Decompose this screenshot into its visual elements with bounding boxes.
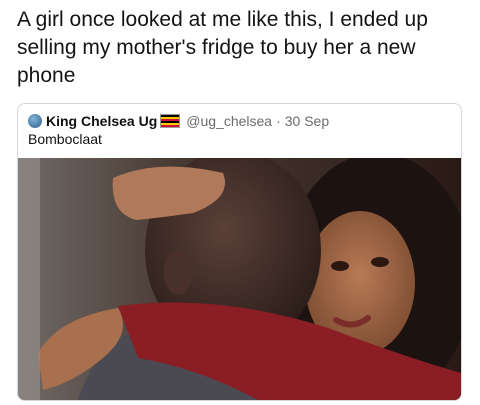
tweet-handle[interactable]: @ug_chelsea <box>186 113 272 129</box>
couple-embrace-photo[interactable] <box>18 158 461 400</box>
meme-caption: A girl once looked at me like this, I en… <box>17 8 428 87</box>
avatar[interactable] <box>28 114 42 128</box>
tweet-date[interactable]: 30 Sep <box>285 113 329 129</box>
tweet-text: Bomboclaat <box>28 131 102 147</box>
quoted-tweet-card[interactable]: King Chelsea Ug @ug_chelsea · 30 Sep Bom… <box>17 103 462 401</box>
tweet-header: King Chelsea Ug @ug_chelsea · 30 Sep <box>28 112 329 130</box>
tweet-display-name[interactable]: King Chelsea Ug <box>46 113 157 129</box>
separator-dot: · <box>276 113 281 129</box>
uganda-flag-icon <box>160 114 181 128</box>
